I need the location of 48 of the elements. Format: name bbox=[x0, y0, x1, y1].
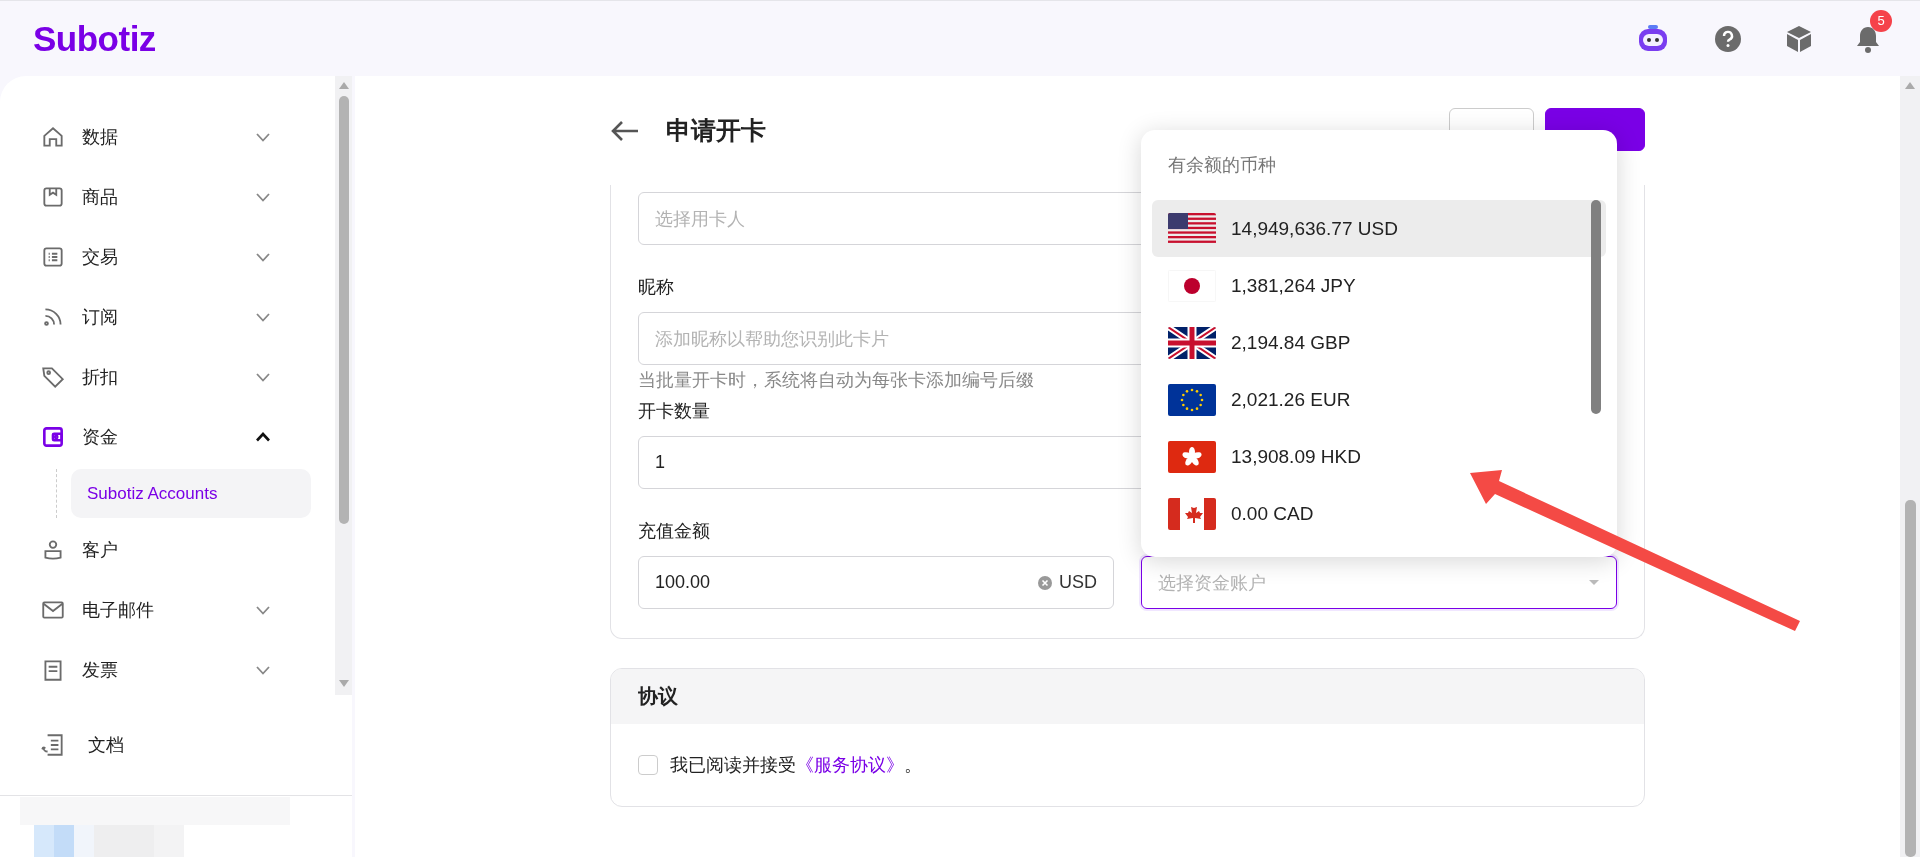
scroll-up-icon[interactable] bbox=[337, 80, 350, 90]
currency-option[interactable]: 1,381,264 JPY bbox=[1152, 257, 1606, 314]
flag-icon bbox=[1168, 440, 1216, 473]
section-title: 协议 bbox=[611, 669, 1644, 724]
nav-item[interactable]: 发票 bbox=[0, 640, 335, 695]
flag-icon bbox=[1168, 383, 1216, 416]
help-text: 当批量开卡时，系统将自动为每张卡添加编号后缀 bbox=[638, 369, 1035, 391]
help-icon[interactable] bbox=[1714, 24, 1742, 53]
currency-option[interactable]: 14,949,636.77 USD bbox=[1152, 200, 1606, 257]
nav-item[interactable]: 订阅 bbox=[0, 287, 335, 347]
currency-option[interactable]: 2,021.26 EUR bbox=[1152, 371, 1606, 428]
back-arrow-icon[interactable] bbox=[610, 119, 640, 142]
flag-icon bbox=[1168, 497, 1216, 530]
scroll-down-icon[interactable] bbox=[337, 679, 350, 689]
nav-item[interactable]: 文档 bbox=[88, 733, 124, 757]
nav-item[interactable]: 折扣 bbox=[0, 347, 335, 407]
amount-field[interactable]: 100.00 USD bbox=[638, 556, 1114, 609]
dropdown-heading: 有余额的币种 bbox=[1167, 154, 1277, 177]
nav-item[interactable]: 数据 bbox=[0, 107, 335, 167]
scrollbar[interactable] bbox=[1591, 200, 1601, 414]
field-label: 充值金额 bbox=[638, 520, 710, 543]
page-title: 申请开卡 bbox=[666, 115, 766, 146]
field-label: 昵称 bbox=[638, 276, 674, 299]
scroll-up-icon[interactable] bbox=[1904, 80, 1916, 90]
nav-item[interactable]: 资金 bbox=[0, 407, 335, 467]
checkbox[interactable] bbox=[638, 755, 658, 775]
nav-item[interactable]: 客户 bbox=[0, 520, 335, 580]
field-label: 开卡数量 bbox=[638, 400, 710, 423]
caret-icon bbox=[1588, 579, 1600, 586]
currency-label: USD bbox=[1059, 572, 1097, 593]
bell-icon[interactable] bbox=[1856, 24, 1880, 53]
document-icon bbox=[40, 732, 66, 758]
robot-icon[interactable] bbox=[1636, 23, 1670, 54]
nav-item[interactable]: 商品 bbox=[0, 167, 335, 227]
nav-item[interactable]: 电子邮件 bbox=[0, 580, 335, 640]
flag-icon bbox=[1168, 269, 1216, 302]
flag-icon bbox=[1168, 212, 1216, 245]
agreement-text: 我已阅读并接受《服务协议》。 bbox=[670, 754, 922, 777]
clear-icon[interactable] bbox=[1037, 574, 1053, 591]
flag-icon bbox=[1168, 326, 1216, 359]
scrollbar[interactable] bbox=[1900, 76, 1920, 857]
nav-subitem[interactable]: Subotiz Accounts bbox=[71, 469, 311, 518]
nav-item[interactable]: 交易 bbox=[0, 227, 335, 287]
cube-icon[interactable] bbox=[1786, 24, 1812, 53]
scrollbar[interactable] bbox=[335, 76, 352, 695]
terms-link[interactable]: 《服务协议》 bbox=[796, 755, 904, 775]
logo[interactable]: Subotiz bbox=[33, 18, 156, 59]
notification-badge: 5 bbox=[1870, 9, 1892, 32]
